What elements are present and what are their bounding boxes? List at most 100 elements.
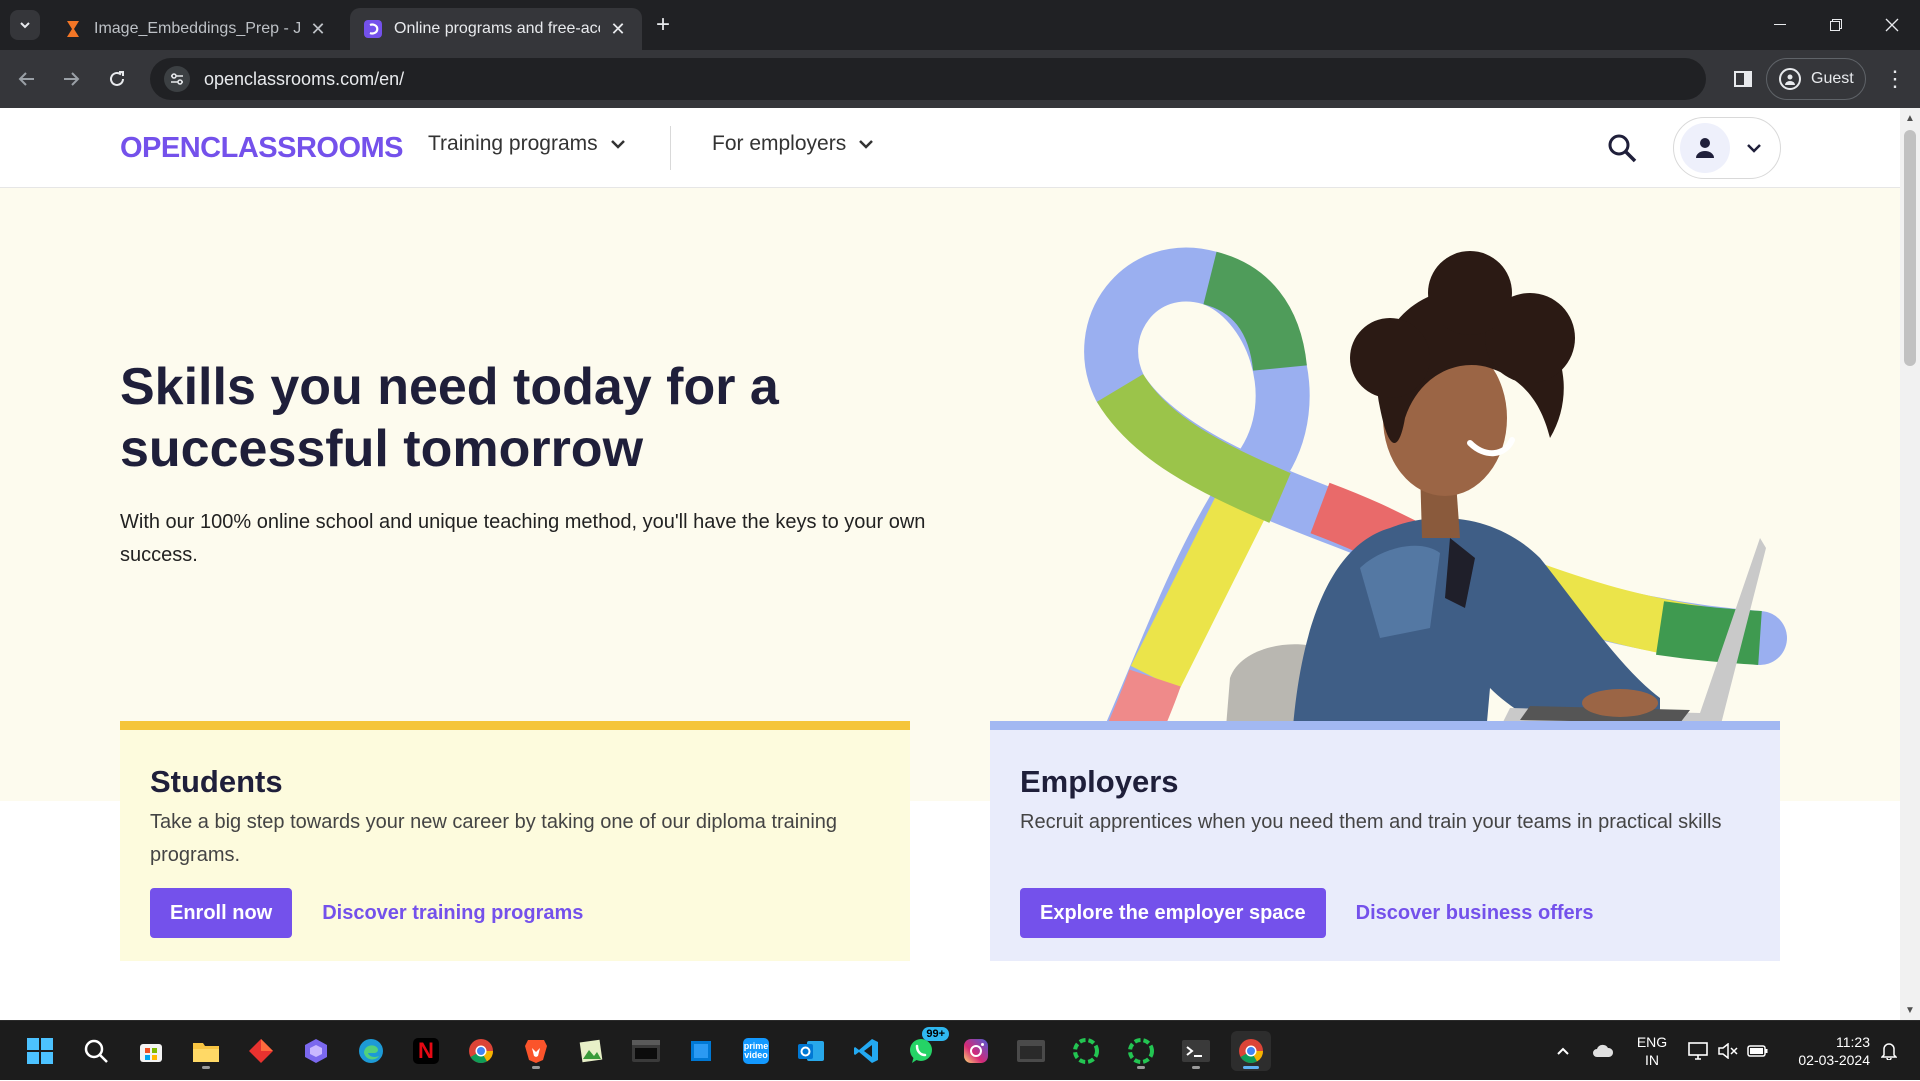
students-actions: Enroll now Discover training programs [150,888,583,938]
file-explorer-icon[interactable] [186,1031,226,1071]
language-indicator[interactable]: ENG IN [1632,1033,1672,1069]
nav-label: Training programs [428,132,598,155]
site-info-icon[interactable] [164,66,190,92]
reload-icon[interactable] [102,64,132,94]
chevron-down-icon [858,139,874,149]
hero-illustration [1073,247,1787,801]
account-menu-button[interactable] [1673,117,1781,179]
page-scrollbar[interactable]: ▲ ▼ [1900,108,1920,1020]
command-prompt-icon[interactable] [1176,1031,1216,1071]
enroll-now-button[interactable]: Enroll now [150,888,293,938]
notification-badge: 99+ [922,1027,949,1041]
side-panel-icon[interactable] [1728,64,1758,94]
discover-business-offers-link[interactable]: Discover business offers [1356,902,1594,925]
store-icon[interactable] [131,1031,171,1071]
language-code: ENG [1636,1034,1668,1050]
site-logo[interactable]: OPENCLASSROOMS [120,132,404,165]
copilot-icon[interactable] [296,1031,336,1071]
students-text: Take a big step towards your new career … [150,811,838,866]
close-icon[interactable]: ✕ [308,19,328,39]
employers-text: Recruit apprentices when you need them a… [1020,811,1722,833]
new-tab-button[interactable]: + [650,11,676,38]
tab-jupyter[interactable]: Image_Embeddings_Prep - Jupyter ✕ [50,8,342,50]
terminal-icon[interactable] [626,1031,666,1071]
running-indicator [532,1066,540,1069]
edge-icon[interactable] [351,1031,391,1071]
search-icon[interactable] [1604,130,1640,166]
running-indicator [1243,1066,1259,1069]
outlook-icon[interactable] [791,1031,831,1071]
prime-video-icon[interactable]: prime video [736,1031,776,1071]
running-indicator [1137,1066,1145,1069]
windows-taskbar: N prime video 99+ ENG IN 11:23 02-03-202… [0,1020,1920,1080]
employers-card: Employers Recruit apprentices when you n… [990,721,1780,961]
whatsapp-icon[interactable]: 99+ [901,1027,949,1071]
scroll-up-icon[interactable]: ▲ [1900,110,1920,126]
volume-muted-icon[interactable] [1714,1021,1742,1081]
explore-employer-space-button[interactable]: Explore the employer space [1020,888,1326,938]
nav-training-programs[interactable]: Training programs [428,132,626,156]
openclassrooms-favicon-icon [364,20,382,38]
chevron-down-icon [20,22,30,29]
tab-search-button[interactable] [10,10,40,40]
close-icon[interactable]: ✕ [608,19,628,39]
hero-title: Skills you need today for a successful t… [120,358,779,478]
scroll-down-icon[interactable]: ▼ [1900,1002,1920,1018]
loading-app-icon[interactable] [1121,1031,1161,1071]
windows-start-icon[interactable] [20,1031,60,1071]
students-title: Students [150,764,283,799]
back-icon[interactable] [12,64,42,94]
chrome-icon[interactable] [461,1031,501,1071]
employers-title: Employers [1020,764,1179,799]
vscode-icon[interactable] [846,1031,886,1071]
window-app-icon[interactable] [681,1031,721,1071]
profile-label: Guest [1811,70,1854,87]
nav-divider [670,126,671,170]
battery-icon[interactable] [1744,1021,1772,1081]
chevron-down-icon [610,139,626,149]
loading-app-icon[interactable] [1066,1031,1106,1071]
browser-tab-bar: Image_Embeddings_Prep - Jupyter ✕ Online… [0,0,1920,50]
chevron-up-icon[interactable] [1548,1021,1578,1081]
instagram-icon[interactable] [956,1031,996,1071]
app-red-diamond-icon[interactable] [241,1031,281,1071]
tab-title: Online programs and free-access courses [394,20,600,37]
hero-subtitle: With our 100% online school and unique t… [120,511,926,566]
nav-for-employers[interactable]: For employers [712,132,874,156]
forward-icon[interactable] [56,64,86,94]
nav-label: For employers [712,132,847,155]
user-icon [1680,123,1730,173]
address-bar[interactable]: openclassrooms.com/en/ [150,58,1706,100]
brave-icon[interactable] [516,1031,556,1071]
chrome-active-icon[interactable] [1231,1031,1271,1071]
discover-training-programs-link[interactable]: Discover training programs [322,902,583,925]
browser-toolbar: openclassrooms.com/en/ Guest ⋮ [0,50,1920,108]
clock-date: 02-03-2024 [1798,1052,1870,1068]
restore-icon[interactable] [1808,0,1864,50]
hero-section: Skills you need today for a successful t… [0,188,1900,801]
clock-time: 11:23 [1836,1034,1870,1050]
cloud-icon[interactable] [1588,1021,1618,1081]
running-indicator [202,1066,210,1069]
window-close-icon[interactable] [1864,0,1920,50]
profile-button[interactable]: Guest [1766,58,1866,100]
netflix-icon[interactable]: N [406,1031,446,1071]
running-indicator [1192,1066,1200,1069]
search-icon[interactable] [76,1031,116,1071]
image-viewer-icon[interactable] [571,1031,611,1071]
hourglass-icon [64,20,82,38]
more-menu-icon[interactable]: ⋮ [1880,64,1910,94]
minimize-icon[interactable] [1752,0,1808,50]
system-clock[interactable]: 11:23 02-03-2024 [1780,1033,1870,1069]
employers-actions: Explore the employer space Discover busi… [1020,888,1594,938]
tab-openclassrooms[interactable]: Online programs and free-access courses … [350,8,642,50]
chevron-down-icon [1746,143,1762,153]
region-code: IN [1645,1052,1659,1068]
notification-bell-icon[interactable] [1874,1021,1904,1081]
url-text: openclassrooms.com/en/ [204,68,405,89]
network-icon[interactable] [1684,1021,1712,1081]
site-header: OPENCLASSROOMS Training programs For emp… [0,108,1900,188]
app-window-icon[interactable] [1011,1031,1051,1071]
page-viewport: OPENCLASSROOMS Training programs For emp… [0,108,1900,1020]
scrollbar-thumb[interactable] [1904,130,1916,366]
